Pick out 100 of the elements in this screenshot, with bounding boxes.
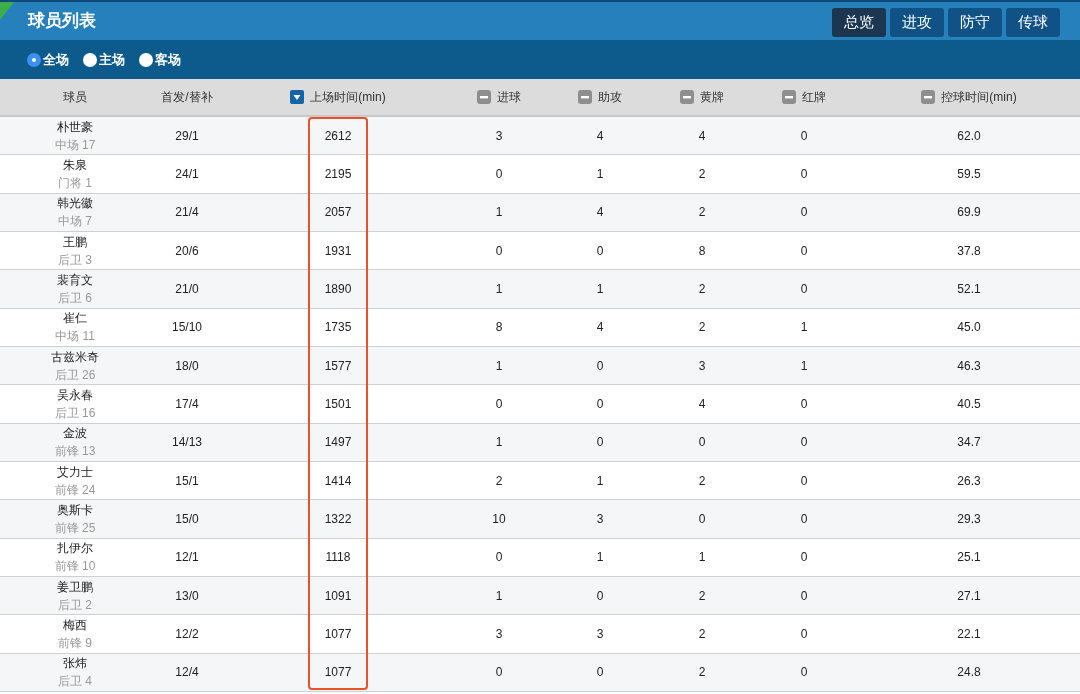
table-cell-text: 0 bbox=[800, 395, 808, 413]
table-cell-text: 1735 bbox=[324, 319, 352, 337]
table-cell-text: 12/4 bbox=[175, 664, 199, 682]
table-cell-text: 0 bbox=[596, 395, 604, 413]
table-cell-text: 46.3 bbox=[957, 357, 981, 375]
table-cell-text: 1 bbox=[596, 549, 604, 567]
table-cell-text: 0 bbox=[800, 625, 808, 643]
table-cell-text: 3 bbox=[596, 625, 604, 643]
table-cell-text: 2 bbox=[698, 319, 706, 337]
player-position: 后卫 3 bbox=[58, 251, 92, 269]
table-cell-text: 2612 bbox=[324, 127, 352, 145]
table-cell-text: 1577 bbox=[324, 357, 352, 375]
player-position: 前锋 9 bbox=[58, 634, 92, 652]
table-cell-text: 2 bbox=[698, 204, 706, 222]
player-name: 崔仁 bbox=[63, 310, 87, 328]
tab[interactable]: 进攻 bbox=[890, 7, 944, 37]
table-cell-text: 52.1 bbox=[957, 280, 981, 298]
player-name: 梅西 bbox=[63, 616, 87, 634]
column-header[interactable]: 控球时间(min) bbox=[941, 88, 1017, 106]
table-cell-text: 24/1 bbox=[175, 166, 199, 183]
table-cell-text: 1 bbox=[596, 280, 604, 298]
table-cell-text: 1091 bbox=[324, 587, 352, 605]
radio-option[interactable]: 全场 bbox=[27, 49, 69, 70]
table-cell-text: 24.8 bbox=[957, 664, 981, 682]
table-cell-text: 62.0 bbox=[957, 127, 981, 145]
sort-down-icon[interactable] bbox=[290, 90, 305, 104]
table-cell-text: 8 bbox=[495, 319, 503, 337]
table-cell-text: 0 bbox=[596, 242, 604, 260]
table-cell-text: 0 bbox=[495, 395, 503, 413]
table-cell-text: 0 bbox=[495, 664, 503, 682]
column-header[interactable]: 进球 bbox=[497, 88, 521, 106]
table-cell-text: 0 bbox=[495, 242, 503, 260]
table-cell-text: 0 bbox=[596, 587, 604, 605]
table-cell-text: 0 bbox=[800, 280, 808, 298]
table-cell-text: 1 bbox=[495, 434, 503, 452]
player-position: 后卫 6 bbox=[58, 289, 92, 307]
column-header[interactable]: 上场时间(min) bbox=[310, 88, 386, 106]
tab[interactable]: 防守 bbox=[948, 7, 1002, 37]
player-name: 奥斯卡 bbox=[57, 501, 93, 519]
player-name: 朴世豪 bbox=[57, 118, 93, 136]
column-header[interactable]: 球员 bbox=[63, 88, 87, 106]
player-name: 王鹏 bbox=[63, 233, 87, 251]
table-cell-text: 0 bbox=[800, 434, 808, 452]
table-cell-text: 8 bbox=[698, 242, 706, 260]
table-cell-text: 10 bbox=[492, 510, 506, 528]
minus-icon[interactable] bbox=[680, 90, 694, 104]
table-cell-text: 29.3 bbox=[957, 510, 981, 528]
tab[interactable]: 总览 bbox=[832, 7, 886, 37]
table-cell-text: 0 bbox=[800, 664, 808, 682]
table-cell-text: 1 bbox=[800, 319, 808, 337]
table-cell-text: 4 bbox=[596, 319, 604, 337]
radio-option[interactable]: 客场 bbox=[139, 49, 181, 70]
table-cell-text: 1 bbox=[596, 472, 604, 490]
table-cell-text: 1077 bbox=[324, 664, 352, 682]
minus-icon[interactable] bbox=[477, 90, 491, 104]
radio-option[interactable]: 主场 bbox=[83, 49, 125, 70]
player-position: 中场 17 bbox=[54, 136, 96, 154]
table-cell-text: 1118 bbox=[325, 549, 351, 567]
column-header[interactable]: 黄牌 bbox=[700, 88, 724, 106]
player-name: 张炜 bbox=[63, 655, 87, 673]
table-cell-text: 15/0 bbox=[175, 510, 199, 528]
player-position: 前锋 25 bbox=[54, 519, 96, 537]
table-cell-text: 0 bbox=[800, 166, 808, 183]
minus-icon[interactable] bbox=[782, 90, 796, 104]
table-cell-text: 15/10 bbox=[172, 319, 202, 337]
table-cell-text: 18/0 bbox=[175, 357, 199, 375]
table-cell-text: 2195 bbox=[324, 166, 352, 183]
table-cell-text: 0 bbox=[800, 587, 808, 605]
player-position: 前锋 13 bbox=[54, 443, 96, 461]
player-name: 扎伊尔 bbox=[57, 540, 93, 558]
table-cell-text: 2 bbox=[698, 166, 706, 183]
table-cell-text: 29/1 bbox=[175, 127, 199, 145]
table-cell-text: 0 bbox=[800, 510, 808, 528]
table-cell-text: 2 bbox=[698, 280, 706, 298]
table-cell-text: 1 bbox=[800, 357, 808, 375]
table-cell-text: 40.5 bbox=[957, 395, 981, 413]
minus-icon[interactable] bbox=[578, 90, 592, 104]
table-cell-text: 21/4 bbox=[175, 204, 199, 222]
table-cell-text: 2 bbox=[495, 472, 503, 490]
minus-icon[interactable] bbox=[921, 90, 936, 104]
table-cell-text: 15/1 bbox=[175, 472, 199, 490]
table-cell-text: 4 bbox=[698, 127, 706, 145]
table-cell-text: 26.3 bbox=[957, 472, 981, 490]
table-cell-text: 3 bbox=[495, 127, 503, 145]
table-cell-text: 0 bbox=[495, 549, 503, 567]
table-cell-text: 21/0 bbox=[175, 280, 199, 298]
table-cell-text: 0 bbox=[800, 242, 808, 260]
table-cell-text: 59.5 bbox=[957, 166, 981, 183]
column-header[interactable]: 助攻 bbox=[598, 88, 622, 106]
table-cell-text: 0 bbox=[800, 549, 808, 567]
table-cell-text: 37.8 bbox=[957, 242, 981, 260]
table-cell-text: 34.7 bbox=[957, 434, 981, 452]
player-name: 吴永春 bbox=[57, 386, 93, 404]
table-cell-text: 12/1 bbox=[175, 549, 199, 567]
table-cell-text: 1 bbox=[698, 549, 706, 567]
player-name: 艾力士 bbox=[57, 463, 93, 481]
column-header[interactable]: 红牌 bbox=[802, 88, 826, 106]
tab[interactable]: 传球 bbox=[1006, 7, 1060, 37]
table-cell-text: 1322 bbox=[324, 510, 352, 528]
column-header[interactable]: 首发/替补 bbox=[161, 88, 213, 106]
